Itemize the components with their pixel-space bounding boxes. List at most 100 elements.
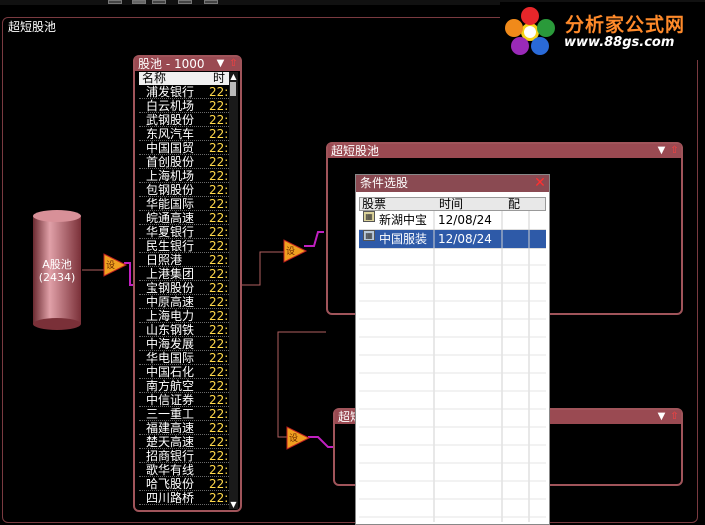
pool-scrollbar[interactable]: ▲ ▼: [229, 72, 238, 509]
filter-node-label[interactable]: 设: [289, 431, 298, 444]
pool-row[interactable]: 华夏银行 22:: [139, 225, 229, 239]
pool-stock-name: 东风汽车: [146, 127, 195, 141]
pool-row[interactable]: 首创股份 22:: [139, 155, 229, 169]
pool-stock-name: 中信证券: [146, 393, 195, 407]
stock-pool-panel: 股池 - 1000 ▼ ⇧ 名称 时 浦发银行 22: 白云机场 22: 武钢股份 22:…: [133, 55, 242, 512]
pool-row[interactable]: 三一重工 22:: [139, 407, 229, 421]
pool-row[interactable]: 中国石化 22:: [139, 365, 229, 379]
pool-row[interactable]: 福建高速 22:: [139, 421, 229, 435]
filter-node-label[interactable]: 设: [286, 244, 295, 257]
pool-row[interactable]: 浦发银行 22:: [139, 85, 229, 99]
pool-stock-time: 22:: [209, 211, 229, 225]
pool-row[interactable]: 白云机场 22:: [139, 99, 229, 113]
col-config[interactable]: 配: [508, 198, 520, 210]
scroll-down-icon[interactable]: ▼: [229, 500, 238, 509]
stock-icon: ▦: [363, 211, 375, 222]
filter-node-label[interactable]: 设: [106, 258, 115, 271]
menu-down-icon[interactable]: ▼: [656, 411, 667, 422]
pool-stock-time: 22:: [209, 477, 229, 491]
pool-row[interactable]: 中原高速 22:: [139, 295, 229, 309]
up-arrow-icon[interactable]: ⇧: [669, 145, 680, 156]
pool-row[interactable]: 招商银行 22:: [139, 449, 229, 463]
dialog-title: 条件选股: [360, 176, 409, 190]
up-arrow-icon[interactable]: ⇧: [669, 411, 680, 422]
pool-row[interactable]: 歌华有线 22:: [139, 463, 229, 477]
pool-stock-time: 22:: [209, 281, 229, 295]
pool-stock-time: 22:: [209, 155, 229, 169]
pool-row[interactable]: 四川路桥 22:: [139, 491, 229, 505]
pool-row[interactable]: 哈飞股份 22:: [139, 477, 229, 491]
pool-stock-name: 白云机场: [146, 99, 195, 113]
pool-stock-name: 华夏银行: [146, 225, 195, 239]
grid-row-selected[interactable]: ▦ 中国服装 12/08/24: [359, 230, 546, 249]
pool-stock-name: 福建高速: [146, 421, 195, 435]
col-time[interactable]: 时: [213, 72, 225, 85]
col-name[interactable]: 名称: [142, 72, 166, 85]
col-time[interactable]: 时间: [439, 198, 463, 210]
close-icon[interactable]: ✕: [533, 176, 547, 190]
pool-stock-time: 22:: [209, 421, 229, 435]
pool-stock-name: 首创股份: [146, 155, 195, 169]
pool-stock-name: 南方航空: [146, 379, 195, 393]
pool-row[interactable]: 上海机场 22:: [139, 169, 229, 183]
stock-time: 12/08/24: [438, 232, 492, 246]
col-stock[interactable]: 股票: [362, 198, 386, 210]
pool-row[interactable]: 上海电力 22:: [139, 309, 229, 323]
pool-row[interactable]: 华能国际 22:: [139, 197, 229, 211]
stock-name: 新湖中宝: [379, 213, 428, 227]
source-label: A股池 (2434): [38, 258, 76, 284]
pool-stock-name: 华能国际: [146, 197, 195, 211]
pool-stock-name: 山东钢铁: [146, 323, 195, 337]
pool-row[interactable]: 南方航空 22:: [139, 379, 229, 393]
pool-row[interactable]: 日照港 22:: [139, 253, 229, 267]
pool-row[interactable]: 中信证券 22:: [139, 393, 229, 407]
scroll-up-icon[interactable]: ▲: [229, 72, 238, 81]
pool-stock-name: 中国国贸: [146, 141, 195, 155]
pool-stock-time: 22:: [209, 407, 229, 421]
pool-stock-name: 三一重工: [146, 407, 195, 421]
menu-down-icon[interactable]: ▼: [656, 145, 667, 156]
pool-row[interactable]: 包钢股份 22:: [139, 183, 229, 197]
stock-pool-title: 股池 - 1000: [138, 57, 205, 71]
pool-row[interactable]: 山东钢铁 22:: [139, 323, 229, 337]
pool-stock-time: 22:: [209, 169, 229, 183]
pool-stock-time: 22:: [209, 85, 229, 99]
pool-row[interactable]: 民生银行 22:: [139, 239, 229, 253]
pool-stock-time: 22:: [209, 253, 229, 267]
pool-stock-time: 22:: [209, 225, 229, 239]
pool-row[interactable]: 上港集团 22:: [139, 267, 229, 281]
pool-stock-name: 中海发展: [146, 337, 195, 351]
pool-stock-time: 22:: [209, 183, 229, 197]
pool-row[interactable]: 东风汽车 22:: [139, 127, 229, 141]
stock-pool-header: 股池 - 1000 ▼ ⇧: [135, 57, 240, 71]
stock-name: 中国服装: [379, 232, 428, 246]
pool-stock-time: 22:: [209, 463, 229, 477]
pool-row[interactable]: 宝钢股份 22:: [139, 281, 229, 295]
pool-stock-time: 22:: [209, 351, 229, 365]
pool-row[interactable]: 武钢股份 22:: [139, 113, 229, 127]
pool-stock-time: 22:: [209, 491, 229, 505]
pool-row[interactable]: 中国国贸 22:: [139, 141, 229, 155]
grid-row[interactable]: ▦ 新湖中宝 12/08/24: [359, 211, 546, 230]
pool-stock-name: 华电国际: [146, 351, 195, 365]
pool-stock-name: 宝钢股份: [146, 281, 195, 295]
menu-down-icon[interactable]: ▼: [215, 58, 226, 69]
scroll-thumb[interactable]: [230, 82, 236, 96]
pool-stock-time: 22:: [209, 127, 229, 141]
pool-stock-name: 武钢股份: [146, 113, 195, 127]
pool-row[interactable]: 华电国际 22:: [139, 351, 229, 365]
pool-row[interactable]: 皖通高速 22:: [139, 211, 229, 225]
pool-row[interactable]: 中海发展 22:: [139, 337, 229, 351]
up-arrow-icon[interactable]: ⇧: [228, 58, 239, 69]
pool-stock-name: 四川路桥: [146, 491, 195, 505]
result-grid: 股票 时间 配 ▦ 新湖中宝 12/08/24 ▦ 中国服装 12/08/24: [359, 197, 546, 249]
dialog-titlebar[interactable]: 条件选股 ✕: [356, 175, 549, 192]
pool-stock-time: 22:: [209, 141, 229, 155]
pool-row[interactable]: 楚天高速 22:: [139, 435, 229, 449]
pool-stock-name: 楚天高速: [146, 435, 195, 449]
grid-header: 股票 时间 配: [359, 197, 546, 211]
pool-stock-time: 22:: [209, 365, 229, 379]
pool-stock-time: 22:: [209, 449, 229, 463]
pool-stock-time: 22:: [209, 267, 229, 281]
pool-stock-name: 中国石化: [146, 365, 195, 379]
